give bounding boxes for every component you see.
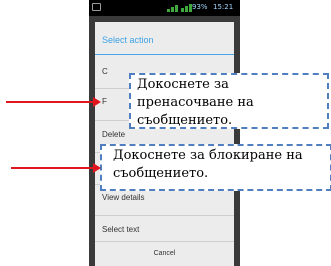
menu-divider	[95, 215, 234, 216]
menu-item-label: F	[102, 97, 107, 106]
arrow-block-pointer	[11, 163, 101, 173]
menu-item-label: Select text	[102, 225, 140, 234]
menu-item-label: View details	[102, 193, 145, 202]
status-bar: 93% 15:21	[89, 0, 240, 16]
screenshot-icon	[92, 3, 101, 11]
menu-item-view-details[interactable]: View details	[95, 193, 234, 213]
battery-level: 93%	[192, 3, 208, 11]
menu-item-label: Delete	[102, 130, 126, 139]
block-callout: Докоснете за блокиране на съобщението.	[100, 144, 331, 191]
title-divider	[95, 54, 234, 55]
signal-icon	[165, 4, 192, 12]
phone-screen: 93% 15:21 Select action C F Delete View …	[89, 0, 240, 266]
forward-callout: Докоснете за пренасочване на съобщението…	[129, 73, 329, 129]
dialog-title: Select action	[102, 35, 154, 45]
clock: 15:21	[213, 3, 234, 11]
menu-item-label: C	[102, 67, 108, 76]
arrow-forward-pointer	[6, 97, 101, 107]
cancel-button[interactable]: Cancel	[95, 241, 234, 266]
menu-item-select-text[interactable]: Select text	[95, 225, 234, 241]
